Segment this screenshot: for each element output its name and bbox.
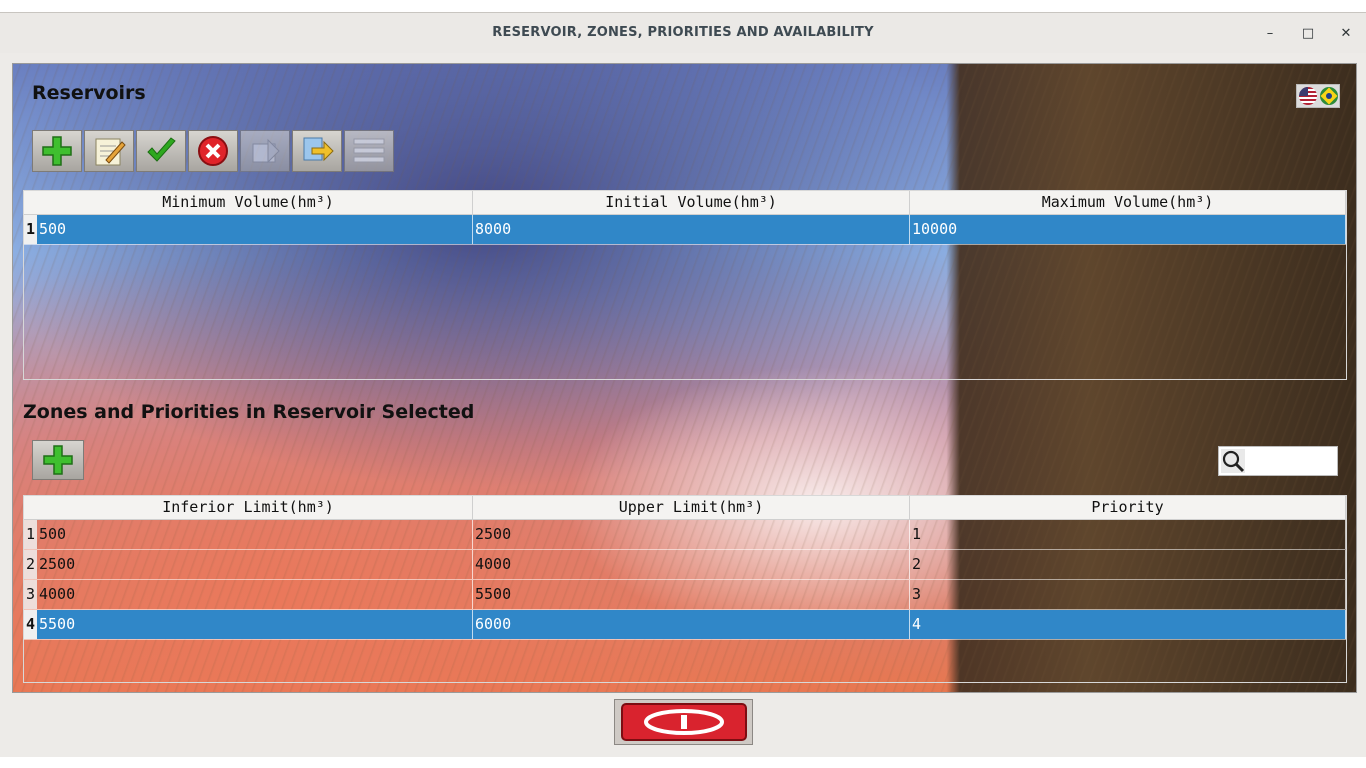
print-button[interactable] <box>240 130 290 172</box>
cancel-button[interactable] <box>188 130 238 172</box>
column-header[interactable]: Minimum Volume(hm³) <box>24 191 473 214</box>
row-number: 3 <box>24 580 37 609</box>
column-header[interactable]: Inferior Limit(hm³) <box>24 496 473 519</box>
table-row[interactable]: 1 500 2500 1 <box>24 520 1346 550</box>
list-button[interactable] <box>344 130 394 172</box>
zones-table: Inferior Limit(hm³) Upper Limit(hm³) Pri… <box>23 495 1347 683</box>
column-header[interactable]: Maximum Volume(hm³) <box>910 191 1346 214</box>
print-icon <box>252 138 280 164</box>
table-cell[interactable]: 10000 <box>910 215 1346 244</box>
table-cell[interactable]: 500 <box>37 520 473 549</box>
language-selector <box>1296 84 1340 108</box>
background-panel: Reservoirs Minimum Volume(hm³) Initial V… <box>12 63 1357 693</box>
table-cell[interactable]: 4000 <box>37 580 473 609</box>
column-header[interactable]: Upper Limit(hm³) <box>473 496 910 519</box>
table-cell[interactable]: 2500 <box>37 550 473 579</box>
edit-icon <box>95 138 126 166</box>
search-icon[interactable] <box>1221 449 1245 473</box>
list-icon <box>353 138 385 163</box>
minimize-button[interactable]: – <box>1259 23 1281 45</box>
brazil-flag-icon[interactable] <box>1319 87 1338 105</box>
row-number: 2 <box>24 550 37 579</box>
table-cell[interactable]: 4 <box>910 610 1346 639</box>
search-input[interactable] <box>1247 449 1335 473</box>
table-cell[interactable]: 5500 <box>473 580 910 609</box>
table-row[interactable]: 1 500 8000 10000 <box>24 215 1346 245</box>
close-button[interactable]: ✕ <box>1335 23 1357 45</box>
confirm-button[interactable] <box>136 130 186 172</box>
column-header[interactable]: Priority <box>910 496 1346 519</box>
cancel-icon <box>198 136 228 166</box>
exit-icon <box>620 703 747 741</box>
table-row[interactable]: 3 4000 5500 3 <box>24 580 1346 610</box>
table-cell[interactable]: 8000 <box>473 215 910 244</box>
table-cell[interactable]: 6000 <box>473 610 910 639</box>
edit-button[interactable] <box>84 130 134 172</box>
zones-toolbar <box>32 440 86 480</box>
app-window: RESERVOIR, ZONES, PRIORITIES AND AVAILAB… <box>0 12 1366 757</box>
row-number: 1 <box>24 520 37 549</box>
reservoirs-table: Minimum Volume(hm³) Initial Volume(hm³) … <box>23 190 1347 380</box>
window-title: RESERVOIR, ZONES, PRIORITIES AND AVAILAB… <box>492 25 874 40</box>
reservoirs-title: Reservoirs <box>32 82 146 104</box>
add-button[interactable] <box>32 130 82 172</box>
add-icon <box>42 136 72 166</box>
table-cell[interactable]: 5500 <box>37 610 473 639</box>
export-button[interactable] <box>292 130 342 172</box>
column-header[interactable]: Initial Volume(hm³) <box>473 191 910 214</box>
table-cell[interactable]: 2 <box>910 550 1346 579</box>
reservoirs-table-header: Minimum Volume(hm³) Initial Volume(hm³) … <box>24 191 1346 215</box>
exit-button[interactable] <box>614 699 753 745</box>
maximize-button[interactable]: □ <box>1297 23 1319 45</box>
table-row[interactable]: 2 2500 4000 2 <box>24 550 1346 580</box>
confirm-icon <box>147 137 176 162</box>
reservoir-toolbar <box>32 130 396 172</box>
zones-title: Zones and Priorities in Reservoir Select… <box>23 401 475 423</box>
search-box <box>1218 446 1338 476</box>
us-flag-icon[interactable] <box>1298 87 1317 105</box>
table-cell[interactable]: 500 <box>37 215 473 244</box>
titlebar: RESERVOIR, ZONES, PRIORITIES AND AVAILAB… <box>0 13 1366 53</box>
add-icon <box>43 445 73 475</box>
table-cell[interactable]: 4000 <box>473 550 910 579</box>
table-cell[interactable]: 1 <box>910 520 1346 549</box>
table-cell[interactable]: 2500 <box>473 520 910 549</box>
add-zone-button[interactable] <box>32 440 84 480</box>
row-number: 1 <box>24 215 37 244</box>
row-number: 4 <box>24 610 37 639</box>
table-row[interactable]: 4 5500 6000 4 <box>24 610 1346 640</box>
table-cell[interactable]: 3 <box>910 580 1346 609</box>
export-icon <box>303 137 334 162</box>
zones-table-header: Inferior Limit(hm³) Upper Limit(hm³) Pri… <box>24 496 1346 520</box>
